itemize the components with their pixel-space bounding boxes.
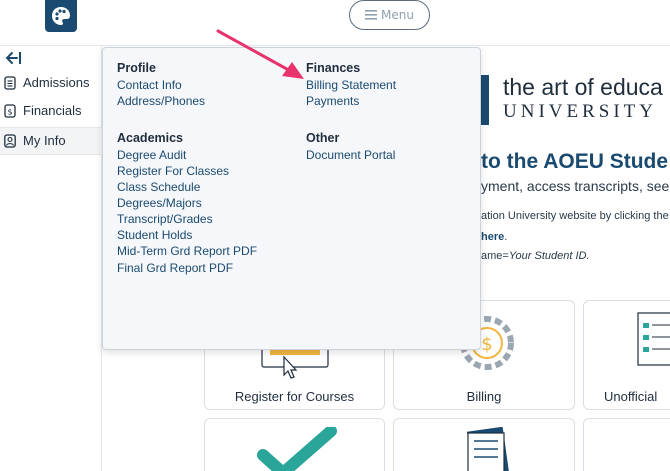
menu-link-register-for-classes[interactable]: Register For Classes [117, 164, 229, 178]
section-heading-other: Other [306, 131, 340, 145]
card-unofficial[interactable]: Unofficial [583, 300, 670, 410]
hamburger-icon [365, 10, 378, 20]
menu-link-final-grade-report[interactable]: Final Grd Report PDF [117, 261, 233, 275]
sidebar-item-admissions[interactable]: Admissions [0, 70, 102, 98]
sidebar-item-label: Financials [23, 103, 82, 118]
menu-button-label: Menu [381, 8, 414, 22]
username-hint-value: Your Student ID. [508, 250, 590, 262]
transcript-icon [637, 312, 670, 366]
document-icon [4, 76, 16, 90]
menu-link-contact-info[interactable]: Contact Info [117, 78, 182, 92]
sidebar-item-label: Admissions [23, 75, 90, 90]
page-tagline: yment, access transcripts, see you [481, 178, 670, 194]
palette-icon [52, 7, 70, 25]
section-heading-profile: Profile [117, 61, 156, 75]
menu-link-student-holds[interactable]: Student Holds [117, 228, 192, 242]
sidebar-item-financials[interactable]: $ Financials [0, 98, 102, 126]
card-label: Unofficial [604, 389, 658, 404]
menu-link-document-portal[interactable]: Document Portal [306, 148, 395, 162]
collapse-left-icon[interactable] [4, 50, 22, 66]
svg-text:$: $ [481, 334, 492, 355]
info-text: ation University website by clicking the… [481, 210, 670, 222]
menu-link-class-schedule[interactable]: Class Schedule [117, 180, 200, 194]
sidebar-item-label: My Info [23, 133, 66, 148]
documents-icon [466, 427, 510, 471]
menu-link-payments[interactable]: Payments [306, 94, 359, 108]
svg-text:$: $ [7, 108, 12, 117]
logo-badge[interactable] [45, 0, 77, 32]
card-blank[interactable] [583, 418, 670, 471]
page-title: to the AOEU Stude [481, 150, 669, 173]
username-hint: ame=Your Student ID. [481, 250, 590, 262]
top-bar: Menu [0, 0, 670, 46]
card-label: Billing [466, 389, 502, 404]
checkmark-icon [257, 427, 337, 471]
here-link[interactable]: here [481, 231, 504, 243]
sidebar: Admissions $ Financials My Info [0, 46, 102, 471]
username-hint-prefix: ame= [481, 250, 509, 262]
brand-bar [480, 75, 489, 125]
dollar-document-icon: $ [4, 104, 16, 118]
menu-link-address-phones[interactable]: Address/Phones [117, 94, 205, 108]
brand-subtitle: UNIVERSITY [503, 101, 657, 122]
annotation-arrow-icon [216, 29, 304, 79]
card-checkmark[interactable] [204, 418, 385, 471]
menu-link-midterm-grade-report[interactable]: Mid-Term Grd Report PDF [117, 244, 257, 258]
here-link-line: here. [481, 231, 507, 243]
card-documents[interactable] [393, 418, 575, 471]
user-icon [4, 134, 16, 148]
menu-link-transcript-grades[interactable]: Transcript/Grades [117, 212, 213, 226]
section-heading-academics: Academics [117, 131, 184, 145]
menu-button[interactable]: Menu [349, 0, 430, 30]
menu-link-degree-audit[interactable]: Degree Audit [117, 148, 186, 162]
brand-name: the art of educa [503, 74, 663, 100]
sidebar-item-my-info[interactable]: My Info [0, 127, 102, 155]
card-label: Register for Courses [234, 389, 355, 404]
period: . [504, 231, 508, 243]
menu-link-degrees-majors[interactable]: Degrees/Majors [117, 196, 202, 210]
